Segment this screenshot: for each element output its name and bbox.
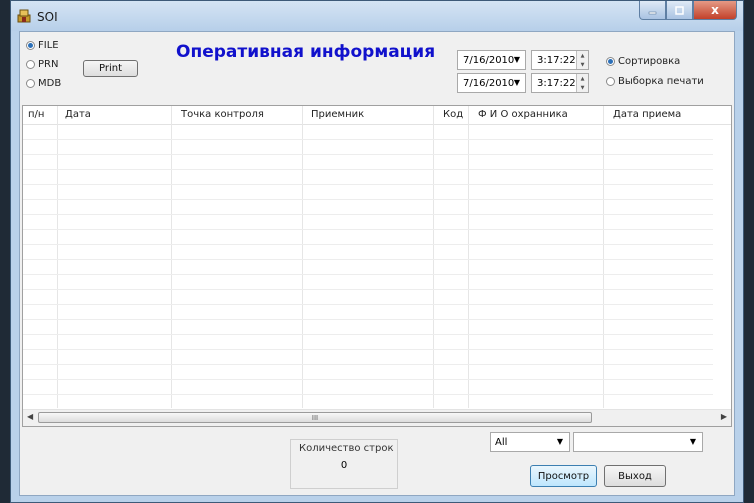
column-divider [57, 106, 58, 408]
view-button[interactable]: Просмотр [530, 465, 597, 487]
column-header-receiver[interactable]: Приемник [311, 109, 364, 120]
row-count-value: 0 [340, 460, 348, 471]
row-divider [23, 139, 713, 140]
radio-file[interactable]: FILE [26, 40, 59, 51]
chevron-down-icon: ▼ [556, 437, 563, 446]
row-divider [23, 289, 713, 290]
date-to-picker[interactable]: 7/16/2010 ▼ [457, 73, 526, 93]
radio-mdb-label: MDB [38, 78, 62, 89]
row-divider [23, 274, 713, 275]
window-title: SOI [37, 10, 58, 24]
column-divider [171, 106, 172, 408]
row-divider [23, 364, 713, 365]
row-count-label: Количество строк [297, 443, 396, 454]
row-count-group: Количество строк 0 [290, 439, 398, 489]
column-header-date[interactable]: Дата [65, 109, 91, 120]
scroll-left-icon[interactable]: ◀ [27, 412, 33, 421]
close-icon: x [711, 3, 719, 17]
radio-prn-label: PRN [38, 59, 59, 70]
row-divider [23, 379, 713, 380]
radio-indicator [26, 60, 35, 69]
caption-buttons: x [639, 1, 737, 21]
data-grid[interactable]: п/н Дата Точка контроля Приемник Код Ф И… [22, 105, 732, 427]
maximize-icon [675, 5, 684, 15]
column-header-checkpoint[interactable]: Точка контроля [181, 109, 264, 120]
page-title: Оперативная информация [176, 42, 436, 62]
row-divider [23, 304, 713, 305]
column-header-guard-name[interactable]: Ф И О охранника [478, 109, 568, 120]
row-divider [23, 169, 713, 170]
title-bar[interactable]: SOI x [11, 1, 743, 31]
grid-header: п/н Дата Точка контроля Приемник Код Ф И… [23, 106, 731, 125]
spinner-icon[interactable]: ▲ ▼ [576, 74, 588, 92]
scrollbar-thumb[interactable]: III [38, 412, 592, 423]
radio-indicator [26, 41, 35, 50]
maximize-button[interactable] [666, 1, 693, 20]
column-divider [468, 106, 469, 408]
scroll-right-icon[interactable]: ▶ [721, 412, 727, 421]
grip-icon: III [311, 413, 319, 422]
app-icon [17, 9, 31, 23]
minimize-button[interactable] [639, 1, 666, 20]
chevron-down-icon: ▼ [513, 55, 520, 64]
column-divider [302, 106, 303, 408]
horizontal-scrollbar[interactable]: ◀ III ▶ [23, 409, 731, 426]
row-divider [23, 184, 713, 185]
row-divider [23, 229, 713, 230]
column-header-code[interactable]: Код [443, 109, 463, 120]
row-divider [23, 334, 713, 335]
column-header-number[interactable]: п/н [28, 109, 44, 120]
row-divider [23, 259, 713, 260]
date-from-picker[interactable]: 7/16/2010 ▼ [457, 50, 526, 70]
radio-file-label: FILE [38, 40, 59, 51]
radio-prn[interactable]: PRN [26, 59, 58, 70]
row-divider [23, 244, 713, 245]
app-window: SOI x FILE PRN MDB Print Оперативная инф… [10, 0, 744, 503]
filter-select-value: All [495, 436, 508, 448]
radio-indicator [606, 57, 615, 66]
row-divider [23, 349, 713, 350]
column-divider [603, 106, 604, 408]
row-divider [23, 154, 713, 155]
radio-print-selection[interactable]: Выборка печати [606, 76, 704, 87]
filter-select[interactable]: All ▼ [490, 432, 570, 452]
exit-button[interactable]: Выход [604, 465, 666, 487]
time-to-picker[interactable]: 3:17:22 P ▲ ▼ [531, 73, 589, 93]
close-button[interactable]: x [693, 1, 737, 20]
chevron-down-icon: ▼ [689, 437, 696, 446]
chevron-down-icon: ▼ [513, 78, 520, 87]
form-body: FILE PRN MDB Print Оперативная информаци… [19, 31, 735, 496]
column-divider [433, 106, 434, 408]
radio-sort-label: Сортировка [618, 56, 681, 67]
time-from-picker[interactable]: 3:17:22 P ▲ ▼ [531, 50, 589, 70]
row-divider [23, 319, 713, 320]
date-from-value: 7/16/2010 [463, 54, 515, 66]
filter-value-select[interactable]: ▼ [573, 432, 703, 452]
radio-indicator [26, 79, 35, 88]
minimize-icon [648, 11, 657, 14]
radio-mdb[interactable]: MDB [26, 78, 61, 89]
radio-sort[interactable]: Сортировка [606, 56, 680, 67]
spinner-icon[interactable]: ▲ ▼ [576, 51, 588, 69]
date-to-value: 7/16/2010 [463, 77, 515, 89]
row-divider [23, 394, 713, 395]
radio-indicator [606, 77, 615, 86]
print-button[interactable]: Print [83, 60, 138, 77]
radio-print-selection-label: Выборка печати [618, 76, 704, 87]
row-divider [23, 214, 713, 215]
column-header-receive-date[interactable]: Дата приема [613, 109, 681, 120]
row-divider [23, 199, 713, 200]
